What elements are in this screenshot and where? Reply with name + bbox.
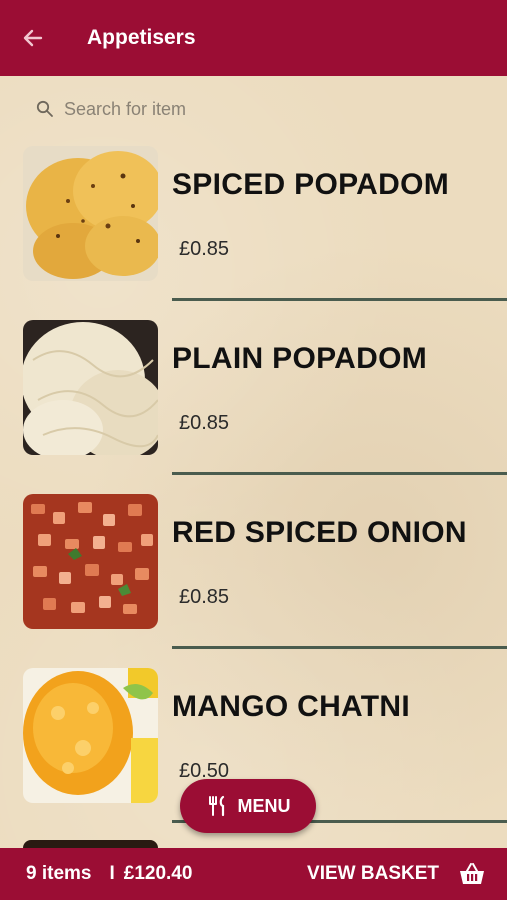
item-price: £0.85 [179, 238, 230, 260]
list-item[interactable]: PLAIN POPADOM £0.85 [0, 320, 507, 494]
basket-total: £120.40 [123, 863, 193, 884]
arrow-left-icon [23, 29, 43, 47]
divider [172, 472, 507, 475]
divider [172, 646, 507, 649]
red-spiced-onion-photo [23, 494, 158, 629]
menu-button-label: MENU [237, 795, 291, 816]
basket-bar: 9 items I £120.40 VIEW BASKET [0, 848, 507, 900]
page-title: Appetisers [87, 26, 196, 49]
fork-knife-icon [208, 795, 224, 817]
search-icon [36, 100, 53, 117]
spiced-popadom-photo [23, 146, 158, 281]
view-basket-label: VIEW BASKET [307, 863, 439, 884]
list-item[interactable]: RED SPICED ONION £0.85 [0, 494, 507, 668]
basket-icon [460, 863, 484, 884]
next-item-photo [23, 840, 158, 848]
item-name: MANGO CHATNI [172, 690, 411, 723]
divider [172, 298, 507, 301]
item-name: RED SPICED ONION [172, 516, 467, 549]
back-button[interactable] [0, 0, 66, 76]
mango-chatni-photo [23, 668, 158, 803]
item-price: £0.85 [179, 412, 230, 434]
basket-separator: I [109, 863, 115, 884]
item-price: £0.85 [179, 586, 230, 608]
plain-popadom-photo [23, 320, 158, 455]
item-name: PLAIN POPADOM [172, 342, 428, 375]
app-bar: Appetisers [0, 0, 507, 76]
list-item[interactable]: SPICED POPADOM £0.85 [0, 146, 507, 320]
item-name: SPICED POPADOM [172, 168, 450, 201]
view-basket-button[interactable]: VIEW BASKET [307, 848, 485, 900]
search-bar[interactable] [36, 96, 364, 122]
search-input[interactable] [64, 98, 364, 120]
menu-button[interactable]: MENU [180, 779, 316, 833]
basket-item-count: 9 items [26, 863, 92, 884]
